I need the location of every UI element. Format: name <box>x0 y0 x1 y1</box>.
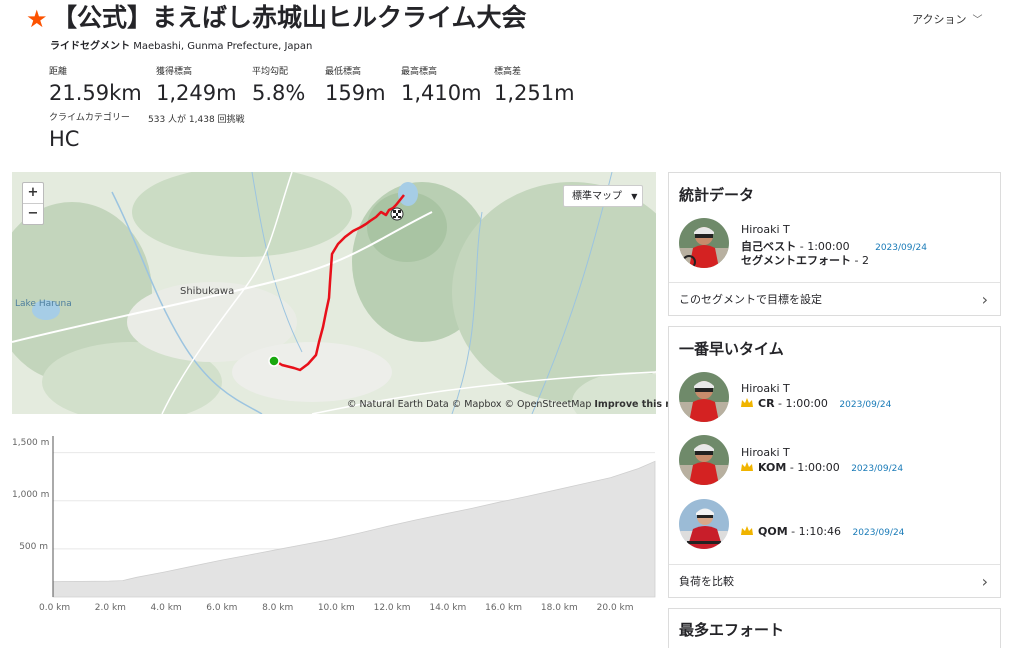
zoom-out-button[interactable]: − <box>23 203 43 224</box>
attempts-count: 533 人が 1,438 回挑戦 <box>148 115 245 125</box>
zoom-controls: + − <box>22 182 44 225</box>
actions-label: アクション <box>912 13 967 26</box>
chevron-down-icon: ﹀ <box>972 15 983 26</box>
fastest-times-panel: 一番早いタイム Hiroaki T CR - 1:00:00 2023/09/2… <box>668 326 1001 598</box>
map-canvas <box>12 172 656 414</box>
stat-climb-category: クライムカテゴリー HC <box>49 113 130 151</box>
set-goal-link[interactable]: このセグメントで目標を設定 › <box>669 282 1000 316</box>
x-tick-label: 16.0 km <box>485 603 523 613</box>
set-goal-label: このセグメントで目標を設定 <box>679 293 822 306</box>
avatar[interactable] <box>679 372 729 422</box>
time-value: - 1:00:00 <box>789 461 840 474</box>
finish-flag-icon <box>390 207 404 221</box>
x-tick-label: 20.0 km <box>596 603 634 613</box>
time-value: - 1:00:00 <box>778 397 828 410</box>
athlete-name[interactable]: Hiroaki T <box>741 223 790 236</box>
compare-link[interactable]: 負荷を比較 › <box>669 564 1000 598</box>
avatar[interactable] <box>679 218 729 268</box>
star-icon[interactable]: ★ <box>26 5 48 33</box>
stats-panel-title: 統計データ <box>679 186 755 204</box>
crown-icon <box>741 398 753 407</box>
badge-label: KOM <box>758 461 787 474</box>
x-tick-label: 10.0 km <box>317 603 355 613</box>
map-type-dropdown[interactable]: 標準マップ ▼ <box>563 185 643 207</box>
stats-panel: 統計データ Hiroaki T 自己ベスト - 1:00:00 2023/09/… <box>668 172 1001 316</box>
caret-down-icon: ▼ <box>631 192 638 201</box>
effort-date[interactable]: 2023/09/24 <box>853 528 905 538</box>
badge-label: QOM <box>758 525 788 538</box>
x-tick-label: 2.0 km <box>94 603 126 613</box>
crown-icon <box>741 526 753 535</box>
y-tick-label: 500 m <box>19 542 48 552</box>
segment-location: Maebashi, Gunma Prefecture, Japan <box>133 41 313 52</box>
stat-elevation-diff: 標高差 1,251m <box>494 67 575 105</box>
actions-dropdown[interactable]: アクション ﹀ <box>912 11 982 27</box>
stat-highest: 最高標高 1,410m <box>401 67 482 105</box>
segment-type: ライドセグメント <box>50 41 130 52</box>
x-tick-label: 12.0 km <box>373 603 411 613</box>
leader-time: KOM - 1:00:00 2023/09/24 <box>741 461 903 474</box>
page-title: 【公式】まえばし赤城山ヒルクライム大会 <box>52 3 527 32</box>
leader-name[interactable]: Hiroaki T <box>741 382 790 395</box>
stat-elevation-gain: 獲得標高 1,249m <box>156 67 237 105</box>
leader-name[interactable]: Hiroaki T <box>741 446 790 459</box>
start-marker <box>268 355 280 367</box>
fastest-panel-title: 一番早いタイム <box>679 340 784 358</box>
effort-date[interactable]: 2023/09/24 <box>839 400 891 410</box>
stat-avg-grade: 平均勾配 5.8% <box>252 67 306 105</box>
map-type-label: 標準マップ <box>572 191 622 202</box>
leader-time: QOM - 1:10:46 2023/09/24 <box>741 525 904 538</box>
x-tick-label: 4.0 km <box>150 603 182 613</box>
x-tick-label: 6.0 km <box>206 603 238 613</box>
most-efforts-title: 最多エフォート <box>679 621 785 639</box>
badge-label: CR <box>758 397 775 410</box>
leader-time: CR - 1:00:00 2023/09/24 <box>741 397 891 410</box>
segment-efforts: セグメントエフォート - 2 <box>741 252 869 268</box>
y-tick-label: 1,000 m <box>12 490 50 500</box>
zoom-in-button[interactable]: + <box>23 183 43 203</box>
elevation-area <box>52 460 656 598</box>
efforts-label: セグメントエフォート <box>741 254 851 267</box>
crown-icon <box>741 462 753 471</box>
y-tick-label: 1,500 m <box>12 438 50 448</box>
most-efforts-panel: 最多エフォート <box>668 608 1001 648</box>
compare-label: 負荷を比較 <box>679 575 734 588</box>
segment-map[interactable]: Shibukawa Lake Haruna <box>12 172 656 414</box>
chevron-right-icon: › <box>981 572 988 591</box>
segment-subtitle: ライドセグメント Maebashi, Gunma Prefecture, Jap… <box>50 37 312 52</box>
effort-date[interactable]: 2023/09/24 <box>851 464 903 474</box>
stat-distance: 距離 21.59km <box>49 67 142 105</box>
place-label-lake: Lake Haruna <box>15 299 72 309</box>
stat-lowest: 最低標高 159m <box>325 67 386 105</box>
elevation-chart: 1,500 m 1,000 m 500 m 0.0 km 2.0 km 4.0 km… <box>12 428 656 635</box>
avatar[interactable] <box>679 435 729 485</box>
x-tick-label: 8.0 km <box>262 603 294 613</box>
attribution-text: © Natural Earth Data © Mapbox © OpenStre… <box>347 399 592 410</box>
x-tick-label: 18.0 km <box>540 603 578 613</box>
chevron-right-icon: › <box>981 290 988 309</box>
x-tick-label: 14.0 km <box>429 603 467 613</box>
x-tick-label: 0.0 km <box>39 603 71 613</box>
time-value: - 1:10:46 <box>791 525 842 538</box>
avatar[interactable] <box>679 499 729 549</box>
pr-date[interactable]: 2023/09/24 <box>875 243 927 253</box>
efforts-value: - 2 <box>854 254 869 267</box>
place-label-shibukawa: Shibukawa <box>180 286 235 297</box>
map-attribution: © Natural Earth Data © Mapbox © OpenStre… <box>347 399 688 410</box>
